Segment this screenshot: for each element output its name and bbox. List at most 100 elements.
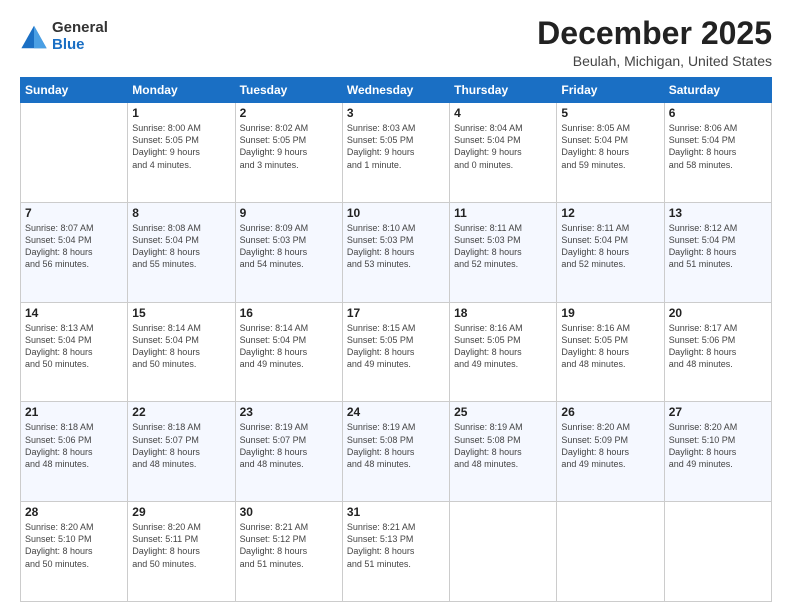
logo-icon	[20, 23, 48, 51]
header: General Blue December 2025 Beulah, Michi…	[20, 16, 772, 69]
calendar-cell	[450, 502, 557, 602]
calendar-cell: 16 Sunrise: 8:14 AM Sunset: 5:04 PM Dayli…	[235, 302, 342, 402]
cell-content: Sunrise: 8:16 AM Sunset: 5:05 PM Dayligh…	[561, 322, 659, 371]
cell-content: Sunrise: 8:16 AM Sunset: 5:05 PM Dayligh…	[454, 322, 552, 371]
logo-blue-label: Blue	[52, 37, 108, 54]
cell-content: Sunrise: 8:13 AM Sunset: 5:04 PM Dayligh…	[25, 322, 123, 371]
calendar-cell: 1 Sunrise: 8:00 AM Sunset: 5:05 PM Daylig…	[128, 103, 235, 203]
day-number: 16	[240, 306, 338, 320]
day-number: 5	[561, 106, 659, 120]
calendar-cell: 30Sunrise: 8:21 AM Sunset: 5:12 PM Dayli…	[235, 502, 342, 602]
month-title: December 2025	[537, 16, 772, 51]
day-number: 12	[561, 206, 659, 220]
logo: General Blue	[20, 20, 108, 53]
cell-content: Sunrise: 8:08 AM Sunset: 5:04 PM Dayligh…	[132, 222, 230, 271]
day-number: 1	[132, 106, 230, 120]
cell-content: Sunrise: 8:14 AM Sunset: 5:04 PM Dayligh…	[240, 322, 338, 371]
cell-content: Sunrise: 8:10 AM Sunset: 5:03 PM Dayligh…	[347, 222, 445, 271]
cell-content: Sunrise: 8:06 AM Sunset: 5:04 PM Dayligh…	[669, 122, 767, 171]
day-number: 2	[240, 106, 338, 120]
day-number: 13	[669, 206, 767, 220]
day-number: 8	[132, 206, 230, 220]
calendar-cell: 6 Sunrise: 8:06 AM Sunset: 5:04 PM Daylig…	[664, 103, 771, 203]
cell-content: Sunrise: 8:02 AM Sunset: 5:05 PM Dayligh…	[240, 122, 338, 171]
calendar-cell: 5 Sunrise: 8:05 AM Sunset: 5:04 PM Daylig…	[557, 103, 664, 203]
calendar-cell: 31 Sunrise: 8:21 AM Sunset: 5:13 PM Dayli…	[342, 502, 449, 602]
weekday-header-friday: Friday	[557, 78, 664, 103]
calendar-cell: 22Sunrise: 8:18 AM Sunset: 5:07 PM Dayli…	[128, 402, 235, 502]
cell-content: Sunrise: 8:20 AM Sunset: 5:10 PM Dayligh…	[669, 421, 767, 470]
calendar-cell: 21 Sunrise: 8:18 AM Sunset: 5:06 PM Dayli…	[21, 402, 128, 502]
page: General Blue December 2025 Beulah, Michi…	[0, 0, 792, 612]
week-row-5: 28Sunrise: 8:20 AM Sunset: 5:10 PM Dayli…	[21, 502, 772, 602]
calendar-cell: 24Sunrise: 8:19 AM Sunset: 5:08 PM Dayli…	[342, 402, 449, 502]
cell-content: Sunrise: 8:00 AM Sunset: 5:05 PM Dayligh…	[132, 122, 230, 171]
calendar-cell: 2 Sunrise: 8:02 AM Sunset: 5:05 PM Daylig…	[235, 103, 342, 203]
day-number: 31	[347, 505, 445, 519]
week-row-3: 14 Sunrise: 8:13 AM Sunset: 5:04 PM Dayli…	[21, 302, 772, 402]
day-number: 10	[347, 206, 445, 220]
calendar-cell: 15 Sunrise: 8:14 AM Sunset: 5:04 PM Dayli…	[128, 302, 235, 402]
week-row-2: 7Sunrise: 8:07 AM Sunset: 5:04 PM Daylig…	[21, 202, 772, 302]
calendar-cell: 27 Sunrise: 8:20 AM Sunset: 5:10 PM Dayli…	[664, 402, 771, 502]
calendar-cell: 11Sunrise: 8:11 AM Sunset: 5:03 PM Dayli…	[450, 202, 557, 302]
cell-content: Sunrise: 8:07 AM Sunset: 5:04 PM Dayligh…	[25, 222, 123, 271]
cell-content: Sunrise: 8:20 AM Sunset: 5:10 PM Dayligh…	[25, 521, 123, 570]
cell-content: Sunrise: 8:11 AM Sunset: 5:04 PM Dayligh…	[561, 222, 659, 271]
weekday-header-thursday: Thursday	[450, 78, 557, 103]
weekday-header-wednesday: Wednesday	[342, 78, 449, 103]
week-row-1: 1 Sunrise: 8:00 AM Sunset: 5:05 PM Daylig…	[21, 103, 772, 203]
day-number: 26	[561, 405, 659, 419]
day-number: 9	[240, 206, 338, 220]
day-number: 30	[240, 505, 338, 519]
cell-content: Sunrise: 8:09 AM Sunset: 5:03 PM Dayligh…	[240, 222, 338, 271]
logo-text: General Blue	[52, 20, 108, 53]
day-number: 21	[25, 405, 123, 419]
calendar-cell: 28Sunrise: 8:20 AM Sunset: 5:10 PM Dayli…	[21, 502, 128, 602]
day-number: 17	[347, 306, 445, 320]
day-number: 20	[669, 306, 767, 320]
location: Beulah, Michigan, United States	[537, 53, 772, 69]
cell-content: Sunrise: 8:18 AM Sunset: 5:06 PM Dayligh…	[25, 421, 123, 470]
cell-content: Sunrise: 8:05 AM Sunset: 5:04 PM Dayligh…	[561, 122, 659, 171]
cell-content: Sunrise: 8:18 AM Sunset: 5:07 PM Dayligh…	[132, 421, 230, 470]
cell-content: Sunrise: 8:21 AM Sunset: 5:13 PM Dayligh…	[347, 521, 445, 570]
weekday-header-tuesday: Tuesday	[235, 78, 342, 103]
day-number: 18	[454, 306, 552, 320]
day-number: 24	[347, 405, 445, 419]
calendar-cell: 18 Sunrise: 8:16 AM Sunset: 5:05 PM Dayli…	[450, 302, 557, 402]
cell-content: Sunrise: 8:20 AM Sunset: 5:09 PM Dayligh…	[561, 421, 659, 470]
calendar-cell	[664, 502, 771, 602]
cell-content: Sunrise: 8:14 AM Sunset: 5:04 PM Dayligh…	[132, 322, 230, 371]
cell-content: Sunrise: 8:19 AM Sunset: 5:07 PM Dayligh…	[240, 421, 338, 470]
day-number: 19	[561, 306, 659, 320]
day-number: 14	[25, 306, 123, 320]
calendar-cell: 8 Sunrise: 8:08 AM Sunset: 5:04 PM Daylig…	[128, 202, 235, 302]
day-number: 15	[132, 306, 230, 320]
day-number: 25	[454, 405, 552, 419]
day-number: 23	[240, 405, 338, 419]
calendar-cell	[21, 103, 128, 203]
calendar-cell: 19 Sunrise: 8:16 AM Sunset: 5:05 PM Dayli…	[557, 302, 664, 402]
calendar-cell: 29 Sunrise: 8:20 AM Sunset: 5:11 PM Dayli…	[128, 502, 235, 602]
cell-content: Sunrise: 8:20 AM Sunset: 5:11 PM Dayligh…	[132, 521, 230, 570]
day-number: 29	[132, 505, 230, 519]
calendar-cell: 10 Sunrise: 8:10 AM Sunset: 5:03 PM Dayli…	[342, 202, 449, 302]
weekday-header-sunday: Sunday	[21, 78, 128, 103]
calendar-cell: 7Sunrise: 8:07 AM Sunset: 5:04 PM Daylig…	[21, 202, 128, 302]
calendar-cell: 13 Sunrise: 8:12 AM Sunset: 5:04 PM Dayli…	[664, 202, 771, 302]
cell-content: Sunrise: 8:12 AM Sunset: 5:04 PM Dayligh…	[669, 222, 767, 271]
calendar-cell: 4Sunrise: 8:04 AM Sunset: 5:04 PM Daylig…	[450, 103, 557, 203]
title-block: December 2025 Beulah, Michigan, United S…	[537, 16, 772, 69]
day-number: 27	[669, 405, 767, 419]
cell-content: Sunrise: 8:15 AM Sunset: 5:05 PM Dayligh…	[347, 322, 445, 371]
cell-content: Sunrise: 8:04 AM Sunset: 5:04 PM Dayligh…	[454, 122, 552, 171]
cell-content: Sunrise: 8:03 AM Sunset: 5:05 PM Dayligh…	[347, 122, 445, 171]
weekday-header-monday: Monday	[128, 78, 235, 103]
calendar-cell: 23 Sunrise: 8:19 AM Sunset: 5:07 PM Dayli…	[235, 402, 342, 502]
day-number: 6	[669, 106, 767, 120]
calendar-cell: 14 Sunrise: 8:13 AM Sunset: 5:04 PM Dayli…	[21, 302, 128, 402]
calendar-table: SundayMondayTuesdayWednesdayThursdayFrid…	[20, 77, 772, 602]
calendar-cell: 26 Sunrise: 8:20 AM Sunset: 5:09 PM Dayli…	[557, 402, 664, 502]
calendar-cell	[557, 502, 664, 602]
